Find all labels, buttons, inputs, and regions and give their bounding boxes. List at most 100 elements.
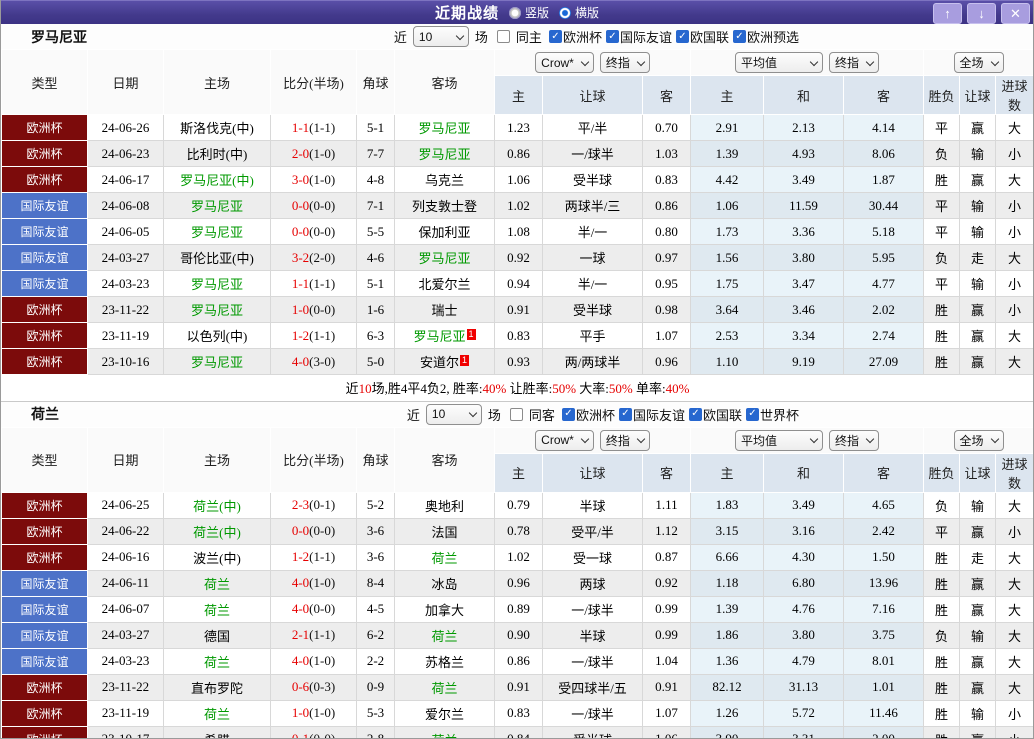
sub-header-home-odds: 主 (494, 75, 543, 115)
avg-away-odds: 4.65 (842, 491, 925, 519)
league-badge: 欧洲杯 (1, 491, 88, 519)
odds-handicap: 半球 (542, 621, 643, 649)
avg-home-odds: 3.64 (690, 296, 764, 323)
league-badge: 欧洲杯 (1, 140, 88, 167)
away-team: 北爱尔兰 (394, 270, 495, 297)
league-badge: 国际友谊 (1, 270, 88, 297)
table-row: 欧洲杯 24-06-17 罗马尼亚(中) 3-0(1-0) 4-8 乌克兰 1.… (1, 166, 1033, 193)
chevron-down-icon (809, 434, 819, 444)
sub-header-result: 胜负 (923, 452, 961, 493)
handicap-result: 走 (959, 244, 997, 271)
league-filter-checkbox[interactable]: ✓ 欧国联 (672, 27, 729, 46)
table-body: 欧洲杯 24-06-26 斯洛伐克(中) 1-1(1-1) 5-1 罗马尼亚 1… (1, 114, 1033, 375)
avg-draw-odds: 11.59 (763, 192, 844, 219)
score: 1-1(1-1) (270, 114, 357, 141)
page-title: 近期战绩 (434, 5, 499, 22)
corner-count: 6-2 (356, 621, 395, 649)
match-date: 24-06-07 (87, 595, 164, 623)
table-row: 欧洲杯 24-06-25 荷兰(中) 2-3(0-1) 5-2 奥地利 0.79… (1, 491, 1033, 519)
bookmaker-select[interactable]: Crow* (535, 429, 594, 451)
win-draw-loss-result: 胜 (923, 569, 961, 597)
win-draw-loss-result: 负 (923, 621, 961, 649)
col-header-home: 主场 (163, 426, 271, 493)
bookmaker-select[interactable]: Crow* (535, 52, 594, 73)
sub-header-handicap-result: 让球 (959, 452, 997, 493)
layout-radio-vertical[interactable]: 竖版 (508, 4, 549, 21)
handicap-result: 走 (959, 543, 997, 571)
table-row: 欧洲杯 23-10-17 希腊 0-1(0-0) 2-8 荷兰 0.84 受半球… (1, 725, 1033, 738)
league-filter-checkbox[interactable]: ✓ 世界杯 (742, 405, 799, 424)
home-team: 荷兰(中) (163, 491, 271, 519)
score: 2-0(1-0) (270, 140, 357, 167)
league-badge: 欧洲杯 (1, 699, 88, 727)
team-name: 罗马尼亚 (31, 30, 87, 46)
avg-away-odds: 2.42 (842, 517, 925, 545)
table-row: 欧洲杯 24-06-23 比利时(中) 2-0(1-0) 7-7 罗马尼亚 0.… (1, 140, 1033, 167)
score: 2-3(0-1) (270, 491, 357, 519)
odds-away: 0.80 (642, 218, 691, 245)
average-select[interactable]: 平均值 (735, 52, 823, 73)
handicap-result: 输 (959, 192, 997, 219)
league-filter-checkbox[interactable]: ✓ 欧洲杯 (545, 27, 602, 46)
league-filter-checkbox[interactable]: ✓ 国际友谊 (615, 405, 685, 424)
odds-home: 0.86 (494, 647, 543, 675)
move-up-button[interactable]: ↑ (933, 3, 962, 24)
period-group: 全场 (923, 49, 1033, 76)
league-filter-checkbox[interactable]: ✓ 欧洲杯 (558, 405, 615, 424)
odds-handicap: 一/球半 (542, 595, 643, 623)
odds-home: 1.02 (494, 543, 543, 571)
layout-radio-horizontal[interactable]: 横版 (559, 4, 599, 21)
win-draw-loss-result: 胜 (923, 322, 961, 349)
handicap-result: 输 (959, 699, 997, 727)
col-header-score: 比分(半场) (270, 426, 357, 493)
match-count-select[interactable]: 10 (425, 403, 482, 425)
avg-away-odds: 4.77 (842, 270, 925, 297)
league-filter-checkbox[interactable]: ✓ 欧洲预选 (729, 27, 799, 46)
win-draw-loss-result: 平 (923, 114, 961, 141)
match-date: 24-06-23 (87, 140, 164, 167)
match-count-select[interactable]: 10 (412, 26, 469, 47)
period-select[interactable]: 全场 (953, 52, 1004, 73)
match-date: 24-06-05 (87, 218, 164, 245)
odds-home: 1.02 (494, 192, 543, 219)
table-row: 国际友谊 24-03-27 哥伦比亚(中) 3-2(2-0) 4-6 罗马尼亚 … (1, 244, 1033, 271)
table-row: 欧洲杯 23-11-22 直布罗陀 0-6(0-3) 0-9 荷兰 0.91 受… (1, 673, 1033, 701)
league-badge: 国际友谊 (1, 218, 88, 245)
col-header-away: 客场 (394, 49, 495, 115)
league-badge: 欧洲杯 (1, 725, 88, 738)
avg-away-odds: 4.14 (842, 114, 925, 141)
odds-away: 0.70 (642, 114, 691, 141)
close-button[interactable]: ✕ (1001, 3, 1030, 24)
col-header-home: 主场 (163, 49, 271, 115)
sub-header-avg-home: 主 (690, 452, 764, 493)
league-filter-checkbox[interactable]: ✓ 欧国联 (685, 405, 742, 424)
score: 0-0(0-0) (270, 218, 357, 245)
odds-handicap: 受四球半/五 (542, 673, 643, 701)
over-under-result: 大 (995, 621, 1033, 649)
odds-stage-select[interactable]: 终指 (599, 52, 650, 73)
average-select[interactable]: 平均值 (735, 429, 823, 451)
handicap-result: 赢 (959, 673, 997, 701)
move-down-button[interactable]: ↓ (967, 3, 996, 24)
avg-draw-odds: 2.13 (763, 114, 844, 141)
over-under-result: 小 (995, 725, 1033, 738)
odds-away: 0.96 (642, 348, 691, 375)
avg-home-odds: 1.10 (690, 348, 764, 375)
odds-away: 1.07 (642, 322, 691, 349)
score: 0-0(0-0) (270, 517, 357, 545)
avg-stage-select[interactable]: 终指 (829, 429, 880, 451)
period-select[interactable]: 全场 (953, 429, 1004, 451)
league-filter-checkbox[interactable]: ✓ 国际友谊 (602, 27, 672, 46)
over-under-result: 小 (995, 140, 1033, 167)
corner-count: 5-1 (356, 270, 395, 297)
home-team: 以色列(中) (163, 322, 271, 349)
same-venue-checkbox[interactable] (509, 407, 523, 421)
odds-stage-select[interactable]: 终指 (599, 429, 650, 451)
same-venue-checkbox[interactable] (496, 30, 510, 43)
table-row: 欧洲杯 24-06-22 荷兰(中) 0-0(0-0) 3-6 法国 0.78 … (1, 517, 1033, 545)
avg-home-odds: 1.39 (690, 140, 764, 167)
avg-stage-select[interactable]: 终指 (829, 52, 880, 73)
league-badge: 欧洲杯 (1, 673, 88, 701)
home-team: 罗马尼亚 (163, 296, 271, 323)
avg-draw-odds: 4.93 (763, 140, 844, 167)
